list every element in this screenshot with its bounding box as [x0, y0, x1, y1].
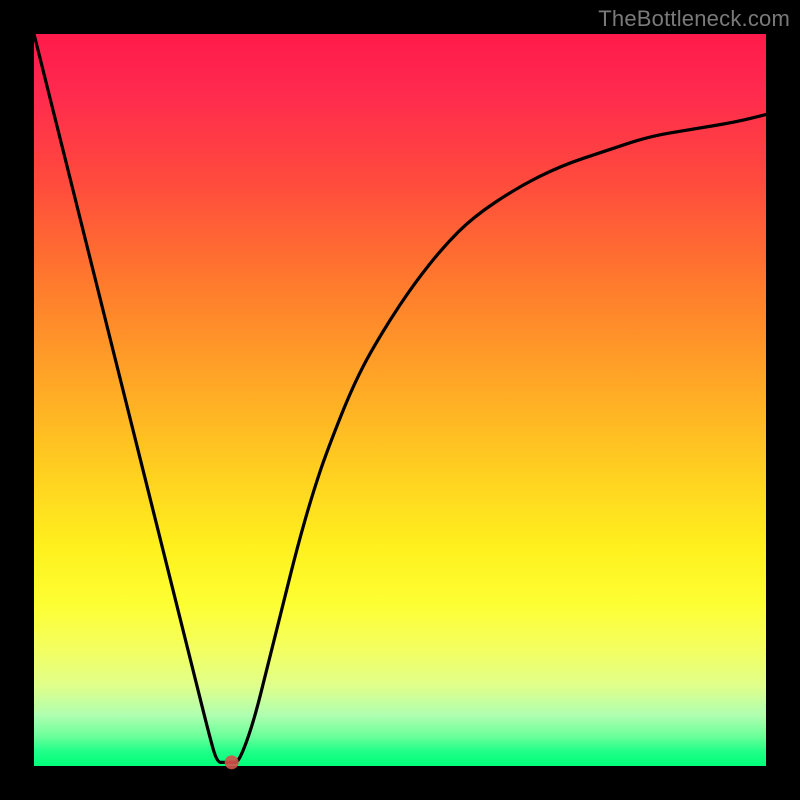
watermark-text: TheBottleneck.com — [598, 6, 790, 32]
chart-frame: TheBottleneck.com — [0, 0, 800, 800]
curve-svg — [34, 34, 766, 766]
plot-area — [34, 34, 766, 766]
bottleneck-curve — [34, 34, 766, 762]
optimum-marker — [225, 755, 239, 769]
